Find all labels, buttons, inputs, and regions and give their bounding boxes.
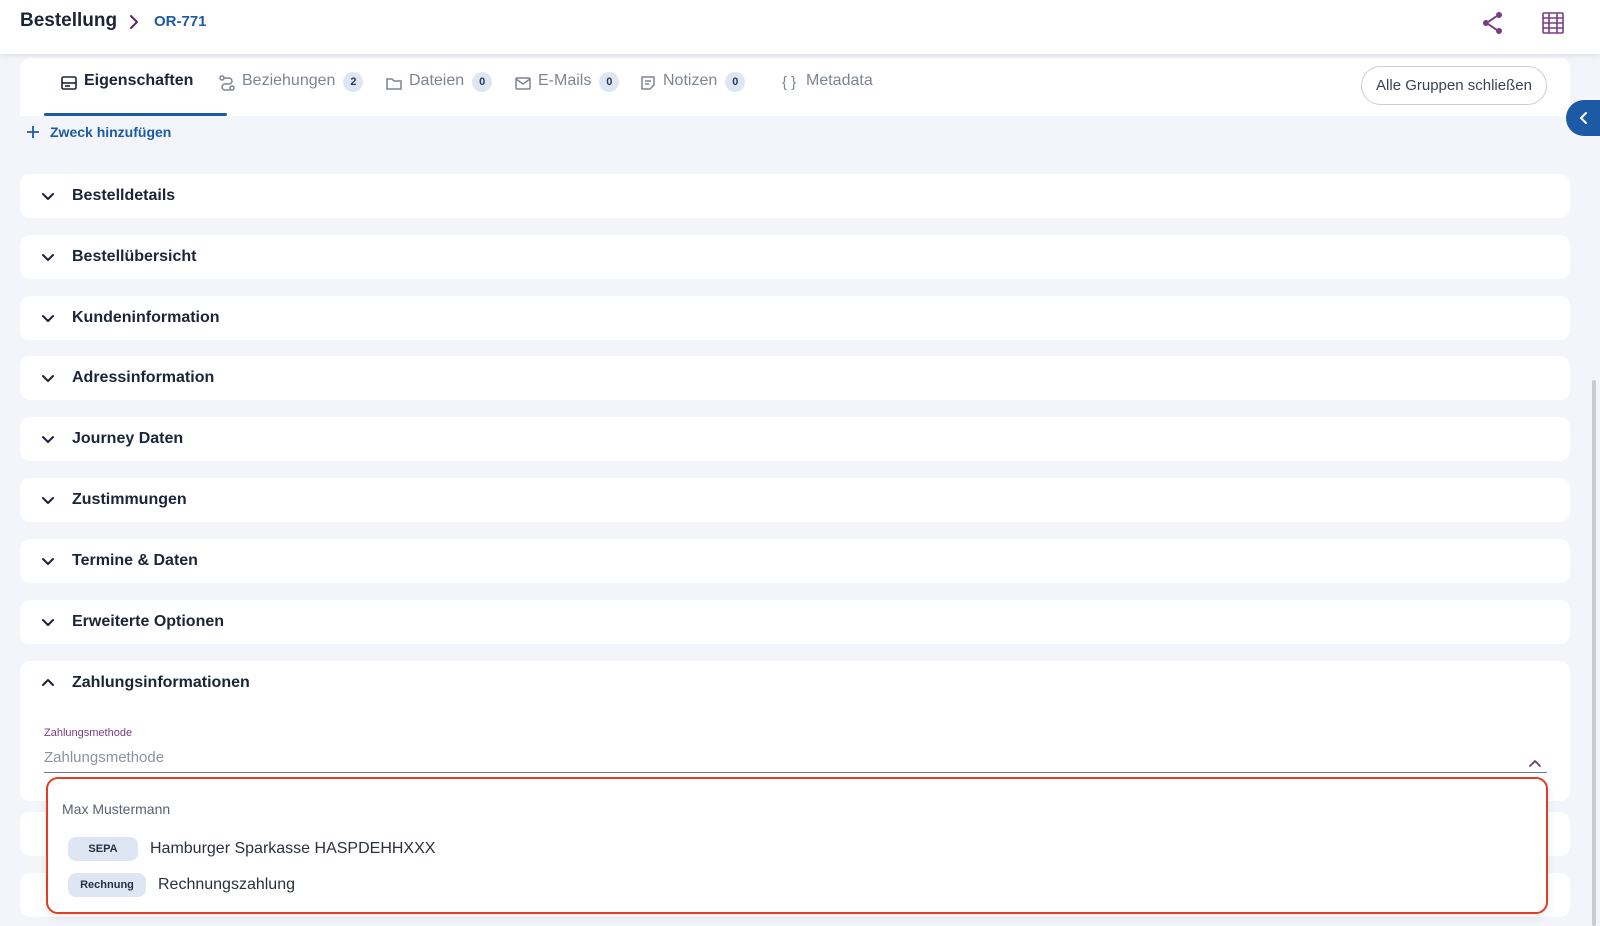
mail-icon — [515, 77, 531, 90]
chevron-down-icon — [42, 558, 54, 565]
chevron-down-icon — [42, 436, 54, 443]
notes-icon — [641, 76, 655, 90]
group-title: Bestellübersicht — [72, 248, 197, 265]
option-text: Hamburger Sparkasse HASPDEHHXXX — [150, 840, 436, 857]
share-icon[interactable] — [1480, 10, 1506, 36]
tab-notizen[interactable]: Notizen 0 — [639, 72, 746, 116]
group-title: Bestelldetails — [72, 187, 176, 204]
payment-type-tag: SEPA — [68, 837, 138, 861]
chevron-down-icon — [42, 497, 54, 504]
tab-eigenschaften[interactable]: Eigenschaften — [60, 72, 193, 116]
relations-icon — [219, 75, 235, 91]
payment-method-label: Zahlungsmethode — [44, 727, 133, 739]
tab-label: Beziehungen — [242, 72, 336, 89]
add-purpose-button[interactable]: Zweck hinzufügen — [26, 122, 171, 142]
payment-type-tag: Rechnung — [68, 873, 146, 897]
side-panel-toggle[interactable] — [1566, 100, 1600, 136]
group-title: Erweiterte Optionen — [72, 613, 225, 630]
tab-beziehungen[interactable]: Beziehungen 2 — [218, 72, 364, 116]
breadcrumb-root[interactable]: Bestellung — [20, 10, 117, 32]
group-title: Journey Daten — [72, 430, 184, 447]
payment-method-dropdown: Max Mustermann SEPA Hamburger Sparkasse … — [46, 777, 1548, 914]
chevron-left-icon — [1580, 112, 1587, 124]
chevron-down-icon — [42, 315, 54, 322]
tab-label: E-Mails — [538, 72, 592, 89]
group-adressinformation[interactable]: Adressinformation — [20, 356, 1570, 400]
chevron-right-icon — [126, 12, 142, 32]
tab-emails[interactable]: E-Mails 0 — [514, 72, 620, 116]
close-all-groups-button[interactable]: Alle Gruppen schließen — [1361, 66, 1547, 105]
tab-label: Dateien — [409, 72, 465, 89]
group-bestelluebersicht[interactable]: Bestellübersicht — [20, 235, 1570, 279]
group-journey-daten[interactable]: Journey Daten — [20, 417, 1570, 461]
tab-count-badge: 2 — [343, 72, 364, 92]
tab-count-badge: 0 — [472, 72, 493, 92]
group-termine-daten[interactable]: Termine & Daten — [20, 539, 1570, 583]
scrollbar[interactable] — [1592, 380, 1596, 926]
properties-icon — [61, 76, 77, 90]
group-title: Adressinformation — [72, 369, 215, 386]
dropdown-group-header: Max Mustermann — [62, 801, 171, 817]
tab-metadata[interactable]: { } Metadata — [782, 72, 873, 116]
group-kundeninformation[interactable]: Kundeninformation — [20, 296, 1570, 340]
group-zustimmungen[interactable]: Zustimmungen — [20, 478, 1570, 522]
braces-icon: { } — [782, 74, 797, 91]
add-purpose-label: Zweck hinzufügen — [50, 124, 172, 140]
dropdown-option-rechnung[interactable]: Rechnung Rechnungszahlung — [68, 872, 295, 898]
breadcrumb-current: OR-771 — [154, 13, 207, 30]
active-tab-indicator — [44, 113, 227, 116]
folder-icon — [386, 78, 402, 90]
top-bar: Bestellung OR-771 — [0, 0, 1600, 54]
tab-count-badge: 0 — [599, 72, 620, 92]
group-bestelldetails[interactable]: Bestelldetails — [20, 174, 1570, 218]
chevron-down-icon — [42, 619, 54, 626]
group-title: Zustimmungen — [72, 491, 187, 508]
tab-count-badge: 0 — [725, 72, 746, 92]
tab-dateien[interactable]: Dateien 0 — [385, 72, 493, 116]
tabs-bar: Eigenschaften Beziehungen 2 Dateien 0 E-… — [20, 58, 1570, 116]
tab-label: Metadata — [806, 72, 873, 89]
grid-icon[interactable] — [1540, 10, 1566, 36]
group-title[interactable]: Zahlungsinformationen — [72, 674, 250, 692]
dropdown-option-sepa[interactable]: SEPA Hamburger Sparkasse HASPDEHHXXX — [68, 836, 435, 862]
group-title: Kundeninformation — [72, 309, 220, 326]
group-title: Termine & Daten — [72, 552, 198, 569]
chevron-down-icon — [42, 254, 54, 261]
payment-method-select[interactable] — [44, 743, 1547, 773]
plus-icon — [27, 126, 39, 138]
chevron-up-icon[interactable] — [1528, 757, 1542, 769]
chevron-down-icon — [42, 375, 54, 382]
option-text: Rechnungszahlung — [158, 876, 295, 893]
group-erweiterte-optionen[interactable]: Erweiterte Optionen — [20, 600, 1570, 644]
tab-label: Eigenschaften — [84, 72, 194, 89]
chevron-up-icon[interactable] — [40, 675, 56, 691]
chevron-down-icon — [42, 193, 54, 200]
tab-label: Notizen — [663, 72, 718, 89]
